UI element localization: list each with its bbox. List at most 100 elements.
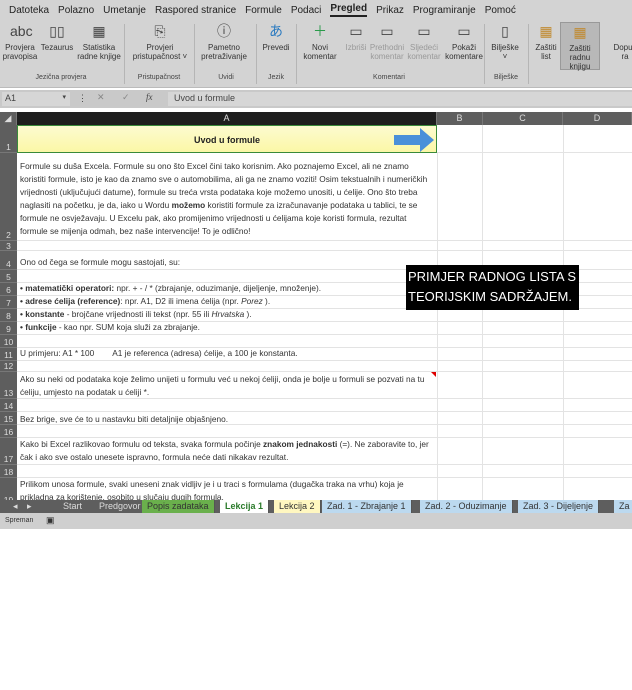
ribbon-button-0[interactable]: abc Provjera pravopisa bbox=[2, 22, 38, 70]
row-header-10[interactable]: 10 bbox=[0, 335, 17, 348]
ribbon-button-8[interactable]: ▭ Prethodni komentar bbox=[368, 22, 406, 70]
enter-icon[interactable]: ✓ bbox=[122, 92, 130, 103]
ribbon-icon-14 bbox=[615, 22, 632, 40]
cell-a9[interactable]: • funkcije - kao npr. SUM koja služi za … bbox=[20, 321, 436, 334]
ribbon-group-label: Pristupačnost bbox=[137, 74, 181, 81]
cell-a19[interactable]: Prilikom unosa formule, svaki uneseni zn… bbox=[20, 478, 436, 500]
callout-box[interactable]: PRIMJER RADNOG LISTA S TEORIJSKIM SADRŽA… bbox=[406, 265, 579, 310]
row-header-7[interactable]: 7 bbox=[0, 296, 17, 309]
sheet-tab-8[interactable]: Za bbox=[614, 500, 632, 513]
title-text: Uvod u formule bbox=[193, 135, 260, 145]
ribbon-label: komentar bbox=[370, 52, 404, 61]
row-header-15[interactable]: 15 bbox=[0, 412, 17, 425]
cell-a13[interactable]: Ako su neki od podataka koje želimo unij… bbox=[20, 373, 436, 399]
sheet-tab-5[interactable]: Zad. 1 - Zbrajanje 1 bbox=[322, 500, 412, 513]
cell-a15[interactable]: Bez brige, sve će to u nastavku biti det… bbox=[20, 413, 436, 426]
column-header-c[interactable]: C bbox=[483, 112, 563, 125]
more-icon: ⋮ bbox=[78, 93, 87, 103]
row-header-18[interactable]: 18 bbox=[0, 465, 17, 478]
ribbon-icon-10: ▭ bbox=[457, 23, 471, 39]
sheet-tab-4[interactable]: Lekcija 2 bbox=[274, 500, 321, 513]
tab-1[interactable]: Polazno bbox=[58, 5, 94, 16]
tab-3[interactable]: Raspored stranice bbox=[155, 5, 236, 16]
ribbon-button-3[interactable]: ⎘ Provjeri pristupačnost ˅ bbox=[128, 22, 192, 70]
column-header-b[interactable]: B bbox=[437, 112, 483, 125]
row-header-14[interactable]: 14 bbox=[0, 399, 17, 412]
row-header-5[interactable]: 5 bbox=[0, 270, 17, 283]
ribbon-button-1[interactable]: ▯▯ Tezaurus bbox=[40, 22, 74, 70]
cell-a7[interactable]: • adrese ćelija (reference): npr. A1, D2… bbox=[20, 295, 436, 308]
tab-0[interactable]: Datoteka bbox=[9, 5, 49, 16]
ribbon-button-11[interactable]: ▯ Bilješke ˅ bbox=[490, 22, 520, 70]
row-header-8[interactable]: 8 bbox=[0, 309, 17, 322]
cell-a4[interactable]: Ono od čega se formule mogu sastojati, s… bbox=[20, 256, 436, 269]
ribbon-label: Prethodni bbox=[369, 43, 405, 52]
fx-icon[interactable]: fx bbox=[146, 92, 153, 102]
row-header-9[interactable]: 9 bbox=[0, 322, 17, 335]
cancel-icon[interactable]: ✕ bbox=[97, 92, 105, 103]
row-header-2[interactable]: 2 bbox=[0, 153, 17, 241]
row-header-16[interactable]: 16 bbox=[0, 425, 17, 438]
group-divider bbox=[484, 24, 485, 84]
sheet-tab-1[interactable]: Predgovor bbox=[94, 500, 146, 513]
ribbon-label: ˅ bbox=[502, 52, 508, 61]
ribbon-group-label: Jezična provjera bbox=[35, 74, 87, 81]
tab-2[interactable]: Umetanje bbox=[103, 5, 146, 16]
macro-record-icon[interactable]: ▣ bbox=[46, 515, 55, 526]
tab-5[interactable]: Podaci bbox=[291, 5, 322, 16]
tab-9[interactable]: Pomoć bbox=[485, 5, 516, 16]
row-header-3[interactable]: 3 bbox=[0, 241, 17, 251]
sheet-tab-7[interactable]: Zad. 3 - Dijeljenje bbox=[518, 500, 600, 513]
row-header-13[interactable]: 13 bbox=[0, 372, 17, 399]
ribbon-button-7[interactable]: ▭ Izbriši bbox=[343, 22, 369, 70]
ribbon-button-13[interactable]: ▦ Zaštiti radnu knjigu bbox=[560, 22, 600, 71]
row-header-17[interactable]: 17 bbox=[0, 438, 17, 465]
scroll-left-icon[interactable]: ◂ bbox=[8, 500, 23, 513]
row-header-1[interactable]: 1 bbox=[0, 125, 17, 153]
tab-7[interactable]: Prikaz bbox=[376, 5, 404, 16]
ribbon-label: Sljedeći bbox=[409, 43, 438, 52]
ribbon-button-14[interactable]: Dopusra bbox=[605, 22, 632, 70]
gridline bbox=[17, 425, 632, 438]
ribbon-label: Statistika bbox=[82, 43, 116, 52]
comment-indicator-icon[interactable] bbox=[431, 372, 436, 377]
ribbon-button-2[interactable]: ▦ Statistika radne knjige bbox=[76, 22, 122, 70]
cell-a17[interactable]: Kako bi Excel razlikovao formulu od teks… bbox=[20, 438, 436, 464]
title-cell-a1[interactable]: Uvod u formule bbox=[17, 125, 437, 153]
sheet-tab-0[interactable]: Start bbox=[58, 500, 87, 513]
ribbon-label: Dopus bbox=[613, 43, 632, 52]
tab-8[interactable]: Programiranje bbox=[413, 5, 476, 16]
cell-a2[interactable]: Formule su duša Excela. Formule su ono š… bbox=[20, 160, 436, 238]
name-box[interactable]: A1 ▾ bbox=[2, 92, 70, 106]
ribbon-button-12[interactable]: ▦ Zaštiti list bbox=[533, 22, 559, 70]
ribbon-button-9[interactable]: ▭ Sljedeći komentar bbox=[406, 22, 442, 70]
select-all-button[interactable]: ◢ bbox=[0, 112, 17, 125]
ribbon-group-label: Uvidi bbox=[218, 74, 234, 81]
ribbon-icon-3: ⎘ bbox=[154, 23, 166, 39]
ribbon-button-10[interactable]: ▭ Pokaži komentare bbox=[444, 22, 484, 70]
ribbon-label: radnu knjigu bbox=[569, 53, 591, 71]
sheet-tab-2[interactable]: Popis zadataka bbox=[142, 500, 215, 513]
cell-a6[interactable]: • matematički operatori: npr. + - / * (z… bbox=[20, 282, 436, 295]
status-bar: Spreman ▣ bbox=[0, 513, 632, 529]
row-header-11[interactable]: 11 bbox=[0, 348, 17, 361]
row-header-12[interactable]: 12 bbox=[0, 361, 17, 372]
row-header-6[interactable]: 6 bbox=[0, 283, 17, 296]
column-header-a[interactable]: A bbox=[17, 112, 437, 125]
sheet-tab-3[interactable]: Lekcija 1 bbox=[220, 500, 270, 513]
cell-a8[interactable]: • konstante - brojčane vrijednosti ili t… bbox=[20, 308, 436, 321]
sheet-tab-6[interactable]: Zad. 2 - Oduzimanje bbox=[420, 500, 513, 513]
arrow-right-icon[interactable] bbox=[394, 128, 434, 152]
ribbon-button-6[interactable]: ＋ Novi komentar bbox=[300, 22, 340, 70]
tab-6[interactable]: Pregled bbox=[330, 3, 368, 17]
tab-4[interactable]: Formule bbox=[245, 5, 282, 16]
ribbon-label: pristupačnost ˅ bbox=[132, 52, 188, 61]
row-header-4[interactable]: 4 bbox=[0, 251, 17, 270]
column-header-d[interactable]: D bbox=[563, 112, 632, 125]
ribbon-button-5[interactable]: あ Prevedi bbox=[258, 22, 294, 70]
cell-a11[interactable]: U primjeru: A1 * 100 A1 je referenca (ad… bbox=[20, 347, 436, 360]
ribbon-button-4[interactable]: ⓘ Pametno pretraživanje bbox=[198, 22, 250, 70]
ribbon-icon-6: ＋ bbox=[313, 23, 327, 39]
formula-input[interactable]: Uvod u formule bbox=[168, 92, 632, 106]
scroll-right-icon[interactable]: ▸ bbox=[22, 500, 37, 513]
